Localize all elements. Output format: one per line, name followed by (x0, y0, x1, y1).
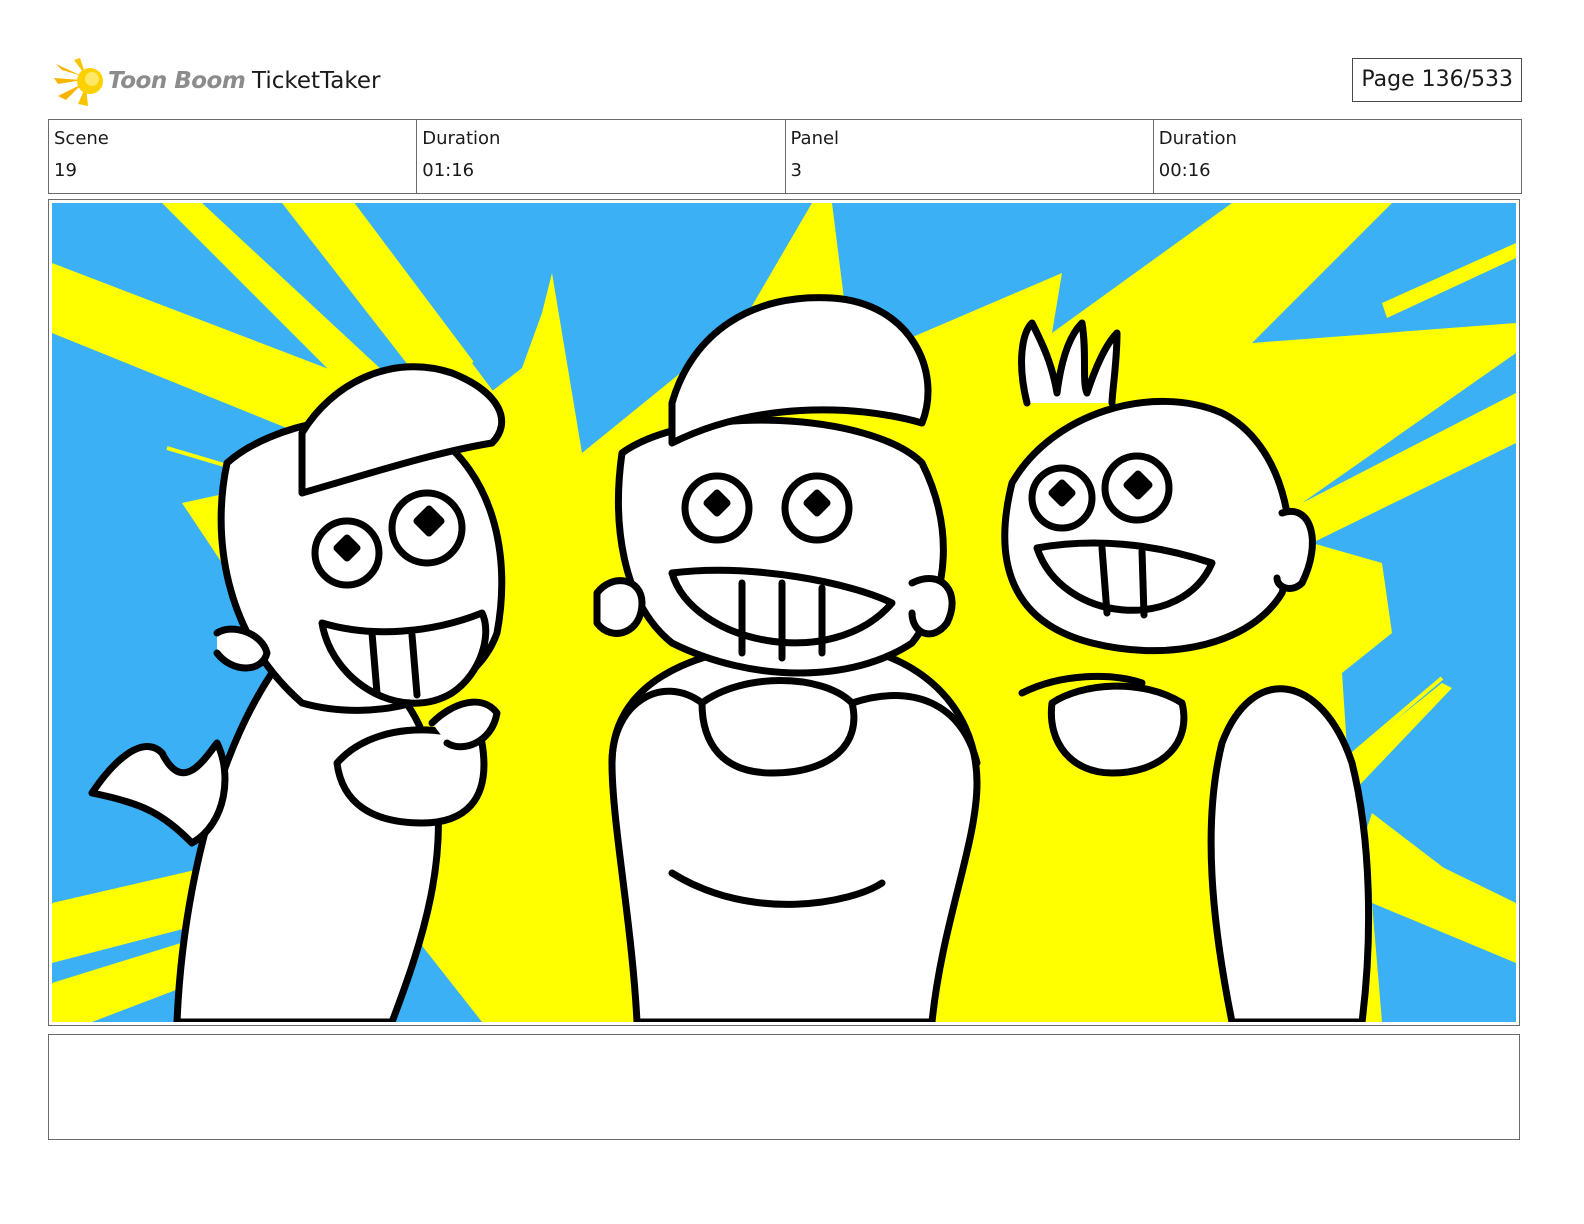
scene-cell: Scene 19 (49, 120, 418, 193)
panel-duration-label: Duration (1158, 128, 1237, 149)
storyboard-sketch (52, 203, 1516, 1022)
project-title: TicketTaker (252, 68, 381, 94)
scene-value: 19 (54, 160, 77, 181)
scene-info-table: Scene 19 Duration 01:16 Panel 3 Duration… (48, 119, 1522, 194)
panel-duration-cell: Duration 00:16 (1154, 120, 1521, 193)
scene-duration-cell: Duration 01:16 (417, 120, 786, 193)
storyboard-panel-image (52, 203, 1516, 1022)
page-number: Page 136/533 (1352, 58, 1522, 102)
panel-cell: Panel 3 (786, 120, 1154, 193)
scene-label: Scene (54, 128, 109, 149)
panel-value: 3 (790, 160, 802, 181)
page-header: Toon Boom TicketTaker Page 136/533 (48, 54, 1522, 110)
panel-notes-box (48, 1034, 1520, 1140)
logo-wordmark: Toon Boom (108, 68, 246, 94)
scene-duration-value: 01:16 (422, 160, 475, 181)
panel-label: Panel (790, 128, 840, 149)
storyboard-panel-frame (48, 199, 1520, 1026)
panel-duration-value: 00:16 (1158, 160, 1211, 181)
starburst-logo-icon (54, 58, 103, 106)
scene-duration-label: Duration (422, 128, 501, 149)
toon-boom-logo: Toon Boom (52, 56, 246, 108)
